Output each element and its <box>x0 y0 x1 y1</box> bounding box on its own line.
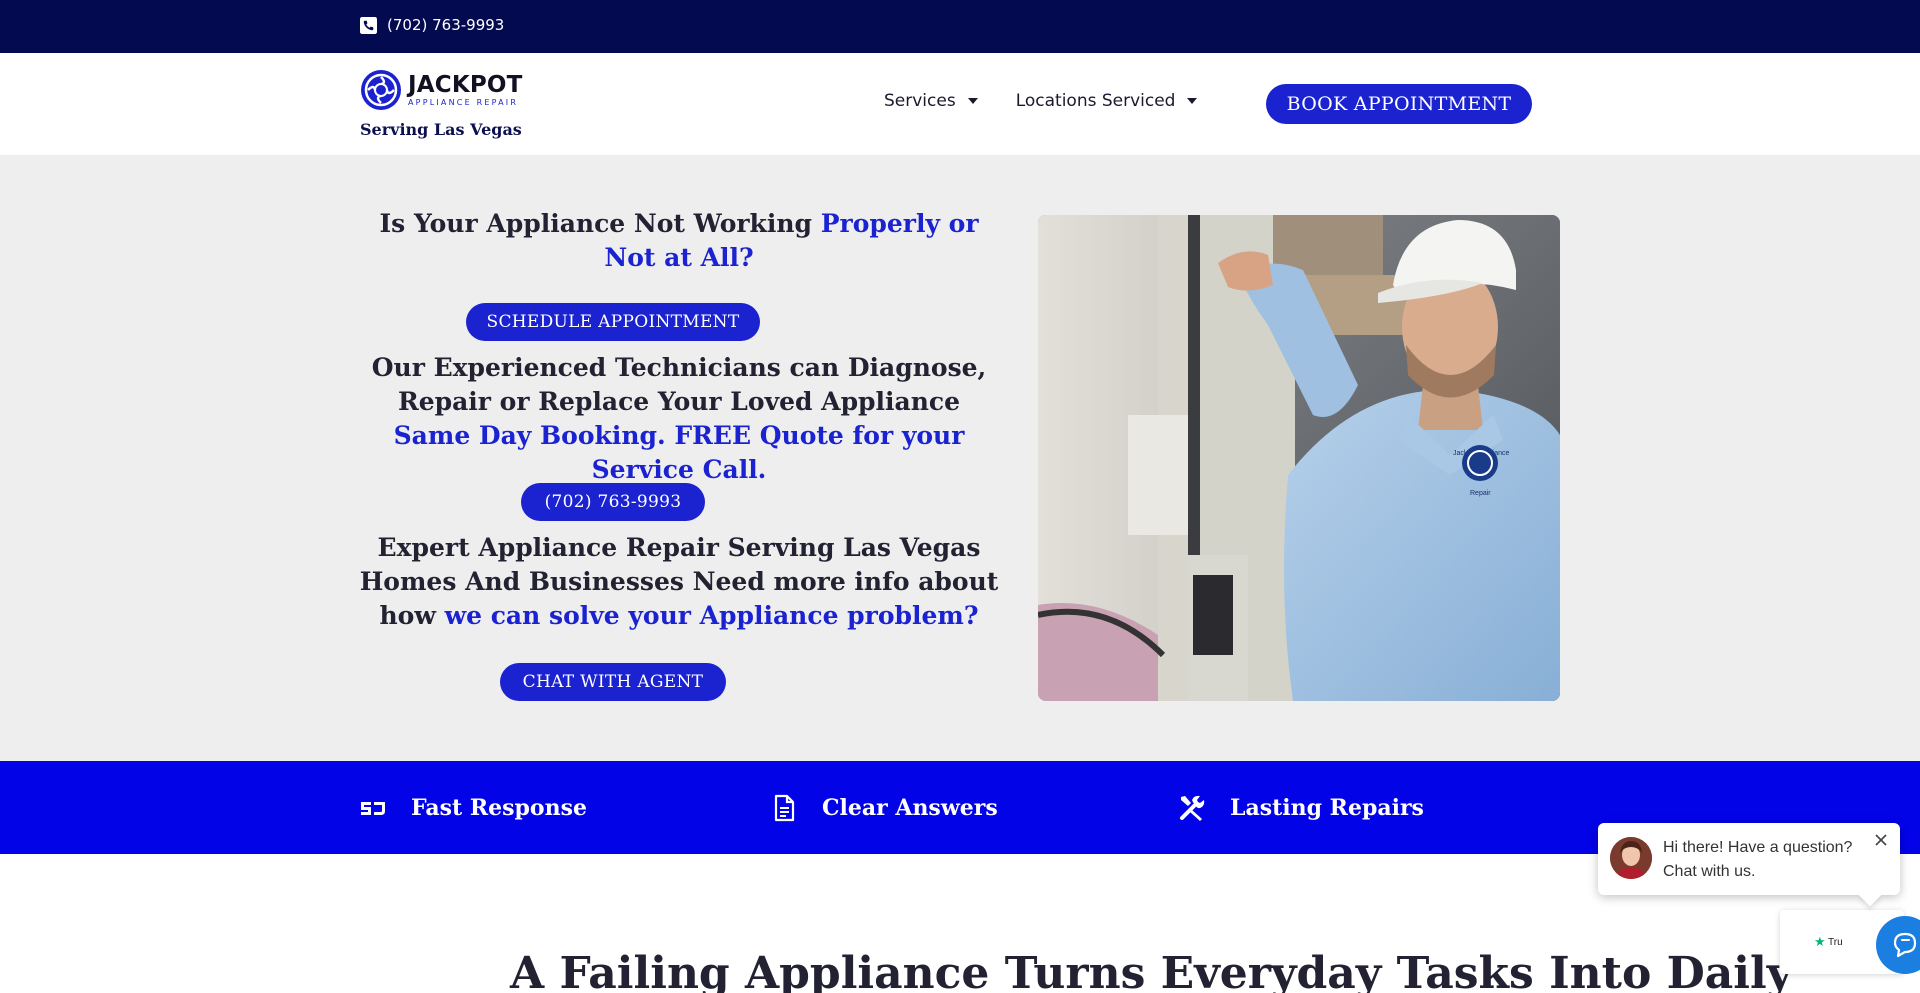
technicians-heading: Our Experienced Technicians can Diagnose… <box>356 351 1002 487</box>
logo-wordmark: JACKPOT APPLIANCE REPAIR <box>408 71 523 107</box>
site-header: JACKPOT APPLIANCE REPAIR Serving Las Veg… <box>0 53 1920 155</box>
expert-repair-heading-highlight: we can solve your Appliance problem? <box>444 601 979 630</box>
call-phone-button[interactable]: (702) 763-9993 <box>521 483 705 521</box>
feature-lasting-repairs: Lasting Repairs <box>1178 761 1424 854</box>
site-logo[interactable]: JACKPOT APPLIANCE REPAIR <box>360 69 523 111</box>
feature-clear-answers-label: Clear Answers <box>822 794 998 821</box>
document-icon <box>774 794 795 821</box>
chat-bubble-tail <box>1858 883 1882 907</box>
nav-locations-label: Locations Serviced <box>1015 91 1176 111</box>
nav-locations-serviced[interactable]: Locations Serviced <box>1016 91 1198 111</box>
hero-section: Is Your Appliance Not Working Properly o… <box>0 155 1920 761</box>
technicians-heading-plain: Our Experienced Technicians can Diagnose… <box>371 353 987 416</box>
chat-with-agent-button[interactable]: CHAT WITH AGENT <box>500 663 726 701</box>
expert-repair-heading: Expert Appliance Repair Serving Las Vega… <box>356 531 1002 633</box>
star-icon: ★ <box>1814 934 1826 949</box>
nav-services-label: Services <box>884 91 956 111</box>
caret-down-icon <box>1187 98 1198 104</box>
technician-photo-illustration: Jackpot Appliance Repair <box>1038 215 1560 701</box>
main-nav: Services Locations Serviced <box>884 91 1198 111</box>
feature-clear-answers: Clear Answers <box>770 761 998 854</box>
failing-appliance-heading: A Failing Appliance Turns Everyday Tasks… <box>510 948 1793 993</box>
logo-subtitle: APPLIANCE REPAIR <box>408 97 519 107</box>
hero-heading-plain: Is Your Appliance Not Working <box>379 209 821 238</box>
serving-area-label: Serving Las Vegas <box>360 120 522 139</box>
tools-icon <box>1180 795 1205 821</box>
caret-down-icon <box>967 98 978 104</box>
schedule-appointment-button[interactable]: SCHEDULE APPOINTMENT <box>466 303 760 341</box>
topbar-phone-text: (702) 763-9993 <box>387 16 505 34</box>
nav-services[interactable]: Services <box>884 91 978 111</box>
topbar-phone-link[interactable]: (702) 763-9993 <box>360 16 504 34</box>
phone-square-icon <box>360 16 377 34</box>
technicians-heading-highlight: Same Day Booking. FREE Quote for your Se… <box>393 421 965 484</box>
feature-fast-response: Fast Response <box>359 761 587 854</box>
hero-heading: Is Your Appliance Not Working Properly o… <box>356 207 1002 275</box>
top-bar: (702) 763-9993 <box>0 0 1920 53</box>
feature-fast-response-label: Fast Response <box>411 794 587 821</box>
agent-avatar-image <box>1610 837 1652 879</box>
chat-icon <box>1893 932 1917 958</box>
agent-avatar <box>1610 837 1652 879</box>
close-icon[interactable] <box>1874 833 1888 847</box>
jackpot-logo-icon <box>361 70 401 110</box>
fast-response-icon <box>361 801 385 815</box>
technician-photo: Jackpot Appliance Repair <box>1038 215 1560 701</box>
feature-lasting-repairs-label: Lasting Repairs <box>1230 794 1424 821</box>
chat-prompt-message: Hi there! Have a question? Chat with us. <box>1663 839 1853 880</box>
logo-brand: JACKPOT <box>408 71 523 98</box>
shirt-text-line2: Repair <box>1470 490 1491 497</box>
chat-prompt-bubble[interactable]: Hi there! Have a question? Chat with us. <box>1598 823 1900 907</box>
book-appointment-button[interactable]: BOOK APPOINTMENT <box>1266 84 1532 124</box>
trust-badge-label: Tru <box>1828 937 1842 948</box>
